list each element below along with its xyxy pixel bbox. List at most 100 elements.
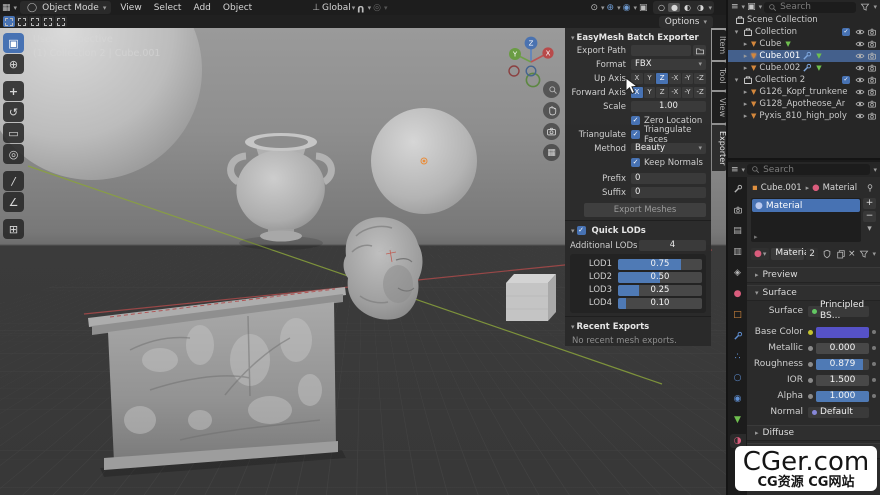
perspective-toggle-button[interactable]: ▦ bbox=[543, 144, 560, 161]
render-camera-icon[interactable] bbox=[867, 27, 877, 37]
specials-funnel-icon[interactable] bbox=[859, 249, 869, 259]
editor-type-icon[interactable]: ▦ bbox=[2, 3, 11, 13]
snap-magnet-icon[interactable]: U bbox=[357, 3, 364, 13]
tab-view[interactable]: View bbox=[712, 92, 727, 123]
disclosure-icon[interactable]: ▸ bbox=[741, 52, 750, 60]
socket-dot[interactable] bbox=[808, 362, 813, 367]
collection-checkbox[interactable]: ✓ bbox=[842, 76, 850, 84]
diffuse-panel-header[interactable]: ▸ Diffuse bbox=[747, 425, 880, 441]
decorator-dot[interactable] bbox=[872, 346, 876, 350]
shading-rendered-icon[interactable]: ◑ bbox=[694, 3, 706, 12]
hide-eye-icon[interactable] bbox=[855, 51, 865, 61]
material-name-field[interactable]: Material bbox=[771, 248, 804, 260]
outliner-display-mode-icon[interactable]: ≡ bbox=[731, 2, 739, 12]
zoom-view-button[interactable] bbox=[543, 81, 560, 98]
select-mode-invert[interactable] bbox=[42, 16, 54, 27]
tab-constraints[interactable]: ◉ bbox=[730, 392, 746, 406]
viewport-3d[interactable]: User Perspective (1) Collection 2 | Cube… bbox=[0, 0, 728, 495]
outliner-row-collection-2[interactable]: ▾ Collection 2 ✓ bbox=[728, 74, 880, 86]
up-axis-negy[interactable]: -Y bbox=[682, 73, 694, 84]
panel-collapse-icon[interactable]: ▾ bbox=[571, 34, 575, 42]
tool-rotate[interactable]: ↺ bbox=[3, 102, 24, 122]
render-camera-icon[interactable] bbox=[867, 87, 877, 97]
tab-render[interactable] bbox=[730, 203, 746, 217]
keep-normals-checkbox[interactable]: ✓ bbox=[631, 158, 640, 167]
disclosure-icon[interactable]: ▾ bbox=[732, 28, 741, 36]
up-axis-y[interactable]: Y bbox=[644, 73, 656, 84]
menu-object[interactable]: Object bbox=[217, 3, 258, 13]
options-dropdown[interactable]: Options▾ bbox=[659, 16, 713, 28]
tab-particles[interactable]: ∴ bbox=[730, 350, 746, 364]
outliner-row-scene-collection[interactable]: Scene Collection bbox=[728, 14, 880, 26]
xray-toggle-icon[interactable]: ▣ bbox=[639, 3, 648, 13]
add-slot-button[interactable]: + bbox=[863, 198, 876, 209]
tab-world[interactable]: ● bbox=[730, 287, 746, 301]
tab-data[interactable]: ▼ bbox=[730, 413, 746, 427]
render-camera-icon[interactable] bbox=[867, 63, 877, 73]
collection-checkbox[interactable]: ✓ bbox=[842, 28, 850, 36]
outliner-row-cube-002[interactable]: ▸ ▼ Cube.002 ▼ bbox=[728, 62, 880, 74]
forward-axis-negx[interactable]: -X bbox=[669, 87, 681, 98]
pivot-point-icon[interactable]: ⊙ bbox=[590, 3, 598, 13]
quick-lods-checkbox[interactable]: ✓ bbox=[577, 226, 586, 235]
gizmos-icon[interactable]: ⊕ bbox=[607, 3, 615, 13]
render-camera-icon[interactable] bbox=[867, 111, 877, 121]
lod3-slider[interactable]: 0.25 bbox=[618, 285, 702, 296]
forward-axis-x[interactable]: X bbox=[631, 87, 643, 98]
material-slot-selected[interactable]: ● Material bbox=[752, 199, 860, 212]
disclosure-icon[interactable]: ▸ bbox=[741, 40, 750, 48]
tab-physics[interactable]: ○ bbox=[730, 371, 746, 385]
tab-object[interactable]: □ bbox=[730, 308, 746, 322]
tab-tool[interactable] bbox=[730, 182, 746, 196]
shading-solid-icon[interactable]: ● bbox=[668, 3, 680, 12]
socket-dot[interactable] bbox=[808, 346, 813, 351]
browse-material-button[interactable]: ●▾ bbox=[751, 248, 769, 260]
outliner-search-input[interactable]: Search bbox=[764, 2, 856, 13]
properties-search-input[interactable]: Search bbox=[747, 164, 870, 175]
disclosure-icon[interactable]: ▸ bbox=[741, 88, 750, 96]
editor-type-chevron-icon[interactable]: ▾ bbox=[14, 4, 18, 12]
tab-exporter[interactable]: Exporter bbox=[712, 125, 727, 171]
method-dropdown[interactable]: Beauty▾ bbox=[631, 143, 706, 154]
camera-view-button[interactable] bbox=[543, 123, 560, 140]
copy-icon[interactable] bbox=[836, 249, 846, 259]
tool-add-cube[interactable]: ⊞ bbox=[3, 219, 24, 239]
export-path-input[interactable] bbox=[631, 45, 691, 56]
up-axis-negz[interactable]: -Z bbox=[694, 73, 706, 84]
disclosure-icon[interactable]: ▸ bbox=[741, 100, 750, 108]
hide-eye-icon[interactable] bbox=[855, 63, 865, 73]
up-axis-x[interactable]: X bbox=[631, 73, 643, 84]
tool-measure[interactable]: ∠ bbox=[3, 192, 24, 212]
render-camera-icon[interactable] bbox=[867, 51, 877, 61]
base-color-swatch[interactable] bbox=[816, 327, 869, 338]
forward-axis-y[interactable]: Y bbox=[644, 87, 656, 98]
forward-axis-negz[interactable]: -Z bbox=[694, 87, 706, 98]
roughness-slider[interactable]: 0.879 bbox=[816, 359, 869, 370]
quick-lods-collapse-icon[interactable]: ▾ bbox=[571, 227, 575, 235]
decorator-dot[interactable] bbox=[872, 378, 876, 382]
up-axis-negx[interactable]: -X bbox=[669, 73, 681, 84]
mode-dropdown[interactable]: ◯ Object Mode ▾ bbox=[20, 1, 111, 14]
surface-shader-field[interactable]: Principled BS... bbox=[808, 306, 869, 317]
lod1-slider[interactable]: 0.75 bbox=[618, 259, 702, 270]
format-dropdown[interactable]: FBX▾ bbox=[631, 59, 706, 70]
up-axis-z[interactable]: Z bbox=[656, 73, 668, 84]
outliner-row-cube[interactable]: ▸ ▼ Cube ▼ bbox=[728, 38, 880, 50]
forward-axis-negy[interactable]: -Y bbox=[682, 87, 694, 98]
socket-dot[interactable] bbox=[808, 378, 813, 383]
select-mode-extend[interactable] bbox=[16, 16, 28, 27]
material-slot-list[interactable]: ● Material ▸ bbox=[751, 198, 861, 242]
gizmo-neg-x-axis[interactable] bbox=[509, 66, 519, 76]
surface-panel-header[interactable]: ▾ Surface bbox=[747, 285, 880, 301]
prefix-input[interactable]: 0 bbox=[631, 173, 706, 184]
shading-wireframe-icon[interactable]: ○ bbox=[655, 3, 667, 12]
remove-slot-button[interactable]: − bbox=[863, 211, 876, 222]
additional-lods-field[interactable]: 4 bbox=[639, 240, 706, 251]
hide-eye-icon[interactable] bbox=[855, 39, 865, 49]
overlays-icon[interactable]: ◉ bbox=[623, 3, 631, 13]
tool-transform[interactable]: ◎ bbox=[3, 144, 24, 164]
menu-view[interactable]: View bbox=[114, 3, 147, 13]
menu-add[interactable]: Add bbox=[187, 3, 216, 13]
outliner-row-cube-001[interactable]: ▸ ▼ Cube.001 ▼ bbox=[728, 50, 880, 62]
socket-dot[interactable] bbox=[808, 330, 813, 335]
